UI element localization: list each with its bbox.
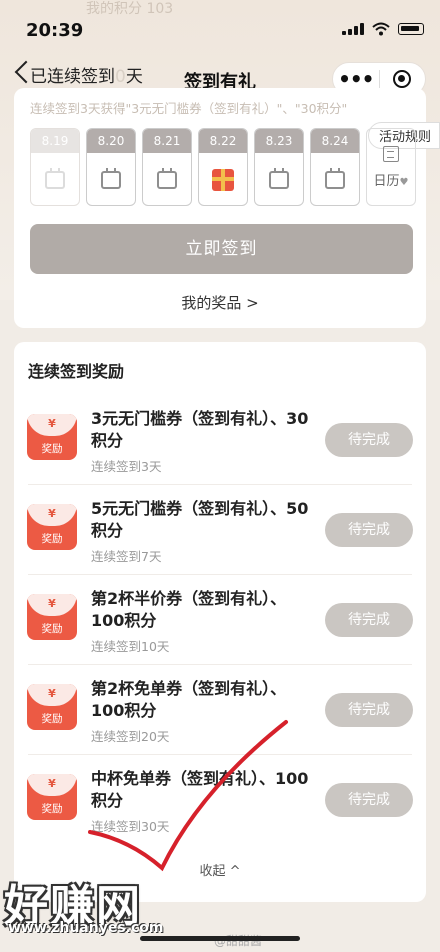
checkin-card: 连续签到3天获得"3元无门槛券（签到有礼）"、"30积分" 活动规则 8.19 … xyxy=(14,88,440,328)
divider xyxy=(28,664,412,665)
day-cell: 8.20 xyxy=(86,128,136,206)
divider xyxy=(28,754,412,755)
wifi-icon xyxy=(372,22,390,36)
day-date: 8.20 xyxy=(87,129,135,153)
red-envelope-icon: ¥ 奖励 xyxy=(27,504,77,550)
yen-icon: ¥ xyxy=(27,684,77,706)
reward-item: ¥ 奖励 中杯免单券（签到有礼）、100积分 连续签到30天 待完成 xyxy=(14,754,426,844)
reward-condition: 连续签到3天 xyxy=(91,459,162,474)
reward-item: ¥ 奖励 第2杯免单券（签到有礼）、100积分 连续签到20天 待完成 xyxy=(14,664,426,754)
day-cell: 8.24 xyxy=(310,128,360,206)
reward-item: ¥ 奖励 3元无门槛券（签到有礼）、30积分 连续签到3天 待完成 xyxy=(14,394,426,484)
day-date: 8.24 xyxy=(311,129,359,153)
day-cell: 8.21 xyxy=(142,128,192,206)
target-icon xyxy=(393,70,412,88)
gift-icon xyxy=(212,169,234,191)
calendar-icon xyxy=(45,168,65,189)
calendar-button[interactable]: 日历♥ xyxy=(366,128,416,206)
envelope-label: 奖励 xyxy=(41,533,63,545)
yen-icon: ¥ xyxy=(27,414,77,436)
calendar-icon xyxy=(269,168,289,189)
reward-condition: 连续签到10天 xyxy=(91,639,170,654)
pending-button[interactable]: 待完成 xyxy=(325,603,413,637)
envelope-label: 奖励 xyxy=(41,623,63,635)
day-cell: 8.19 xyxy=(30,128,80,206)
yen-icon: ¥ xyxy=(27,504,77,526)
divider xyxy=(28,574,412,575)
divider xyxy=(28,484,412,485)
day-cell: 8.22 xyxy=(198,128,248,206)
day-date: 8.23 xyxy=(255,129,303,153)
pending-button[interactable]: 待完成 xyxy=(325,513,413,547)
yen-icon: ¥ xyxy=(27,774,77,796)
reward-title: 3元无门槛券（签到有礼）、30积分 xyxy=(91,409,309,450)
status-time: 20:39 xyxy=(26,20,84,41)
calendar-icon xyxy=(325,168,345,189)
reward-title: 第2杯免单券（签到有礼）、100积分 xyxy=(91,679,287,720)
points-ghost-text: 我的积分 103 xyxy=(86,1,174,17)
close-miniapp-button[interactable] xyxy=(379,70,425,88)
day-date: 8.19 xyxy=(31,129,79,153)
status-icons xyxy=(342,22,424,36)
day-strip: 8.19 8.20 8.21 8.22 8.23 8.24 日历♥ xyxy=(30,128,416,206)
envelope-label: 奖励 xyxy=(41,443,63,455)
note-icon xyxy=(383,145,399,162)
red-envelope-icon: ¥ 奖励 xyxy=(27,594,77,640)
watermark-url: www.zhuanyes.com xyxy=(8,920,164,936)
my-prizes-link[interactable]: 我的奖品 > xyxy=(14,292,426,313)
day-date: 8.22 xyxy=(199,129,247,153)
reward-title: 中杯免单券（签到有礼）、100积分 xyxy=(91,769,309,810)
reward-condition: 连续签到30天 xyxy=(91,819,170,834)
envelope-label: 奖励 xyxy=(41,803,63,815)
red-envelope-icon: ¥ 奖励 xyxy=(27,774,77,820)
rewards-title: 连续签到奖励 xyxy=(28,362,125,381)
pending-button[interactable]: 待完成 xyxy=(325,783,413,817)
reward-title: 5元无门槛券（签到有礼）、50积分 xyxy=(91,499,309,540)
envelope-label: 奖励 xyxy=(41,713,63,725)
red-envelope-icon: ¥ 奖励 xyxy=(27,684,77,730)
day-cell: 8.23 xyxy=(254,128,304,206)
home-indicator xyxy=(140,936,300,941)
yen-icon: ¥ xyxy=(27,594,77,616)
reward-condition: 连续签到7天 xyxy=(91,549,162,564)
day-date: 8.21 xyxy=(143,129,191,153)
calendar-icon xyxy=(101,168,121,189)
pending-button[interactable]: 待完成 xyxy=(325,423,413,457)
reward-item: ¥ 奖励 第2杯半价券（签到有礼）、100积分 连续签到10天 待完成 xyxy=(14,574,426,664)
signal-icon xyxy=(342,23,364,35)
calendar-icon xyxy=(157,168,177,189)
heart-icon: ♥ xyxy=(399,176,409,188)
reward-condition: 连续签到20天 xyxy=(91,729,170,744)
status-bar: 我的积分 103 20:39 xyxy=(0,0,440,44)
red-envelope-icon: ¥ 奖励 xyxy=(27,414,77,460)
battery-icon xyxy=(398,23,424,35)
pending-button[interactable]: 待完成 xyxy=(325,693,413,727)
checkin-subtitle: 连续签到3天获得"3元无门槛券（签到有礼）"、"30积分" xyxy=(30,101,348,116)
rewards-card: 连续签到奖励 ¥ 奖励 3元无门槛券（签到有礼）、30积分 连续签到3天 待完成 … xyxy=(14,342,426,902)
reward-title: 第2杯半价券（签到有礼）、100积分 xyxy=(91,589,287,630)
reward-item: ¥ 奖励 5元无门槛券（签到有礼）、50积分 连续签到7天 待完成 xyxy=(14,484,426,574)
signin-button[interactable]: 立即签到 xyxy=(30,224,413,274)
calendar-label: 日历 xyxy=(373,173,400,189)
